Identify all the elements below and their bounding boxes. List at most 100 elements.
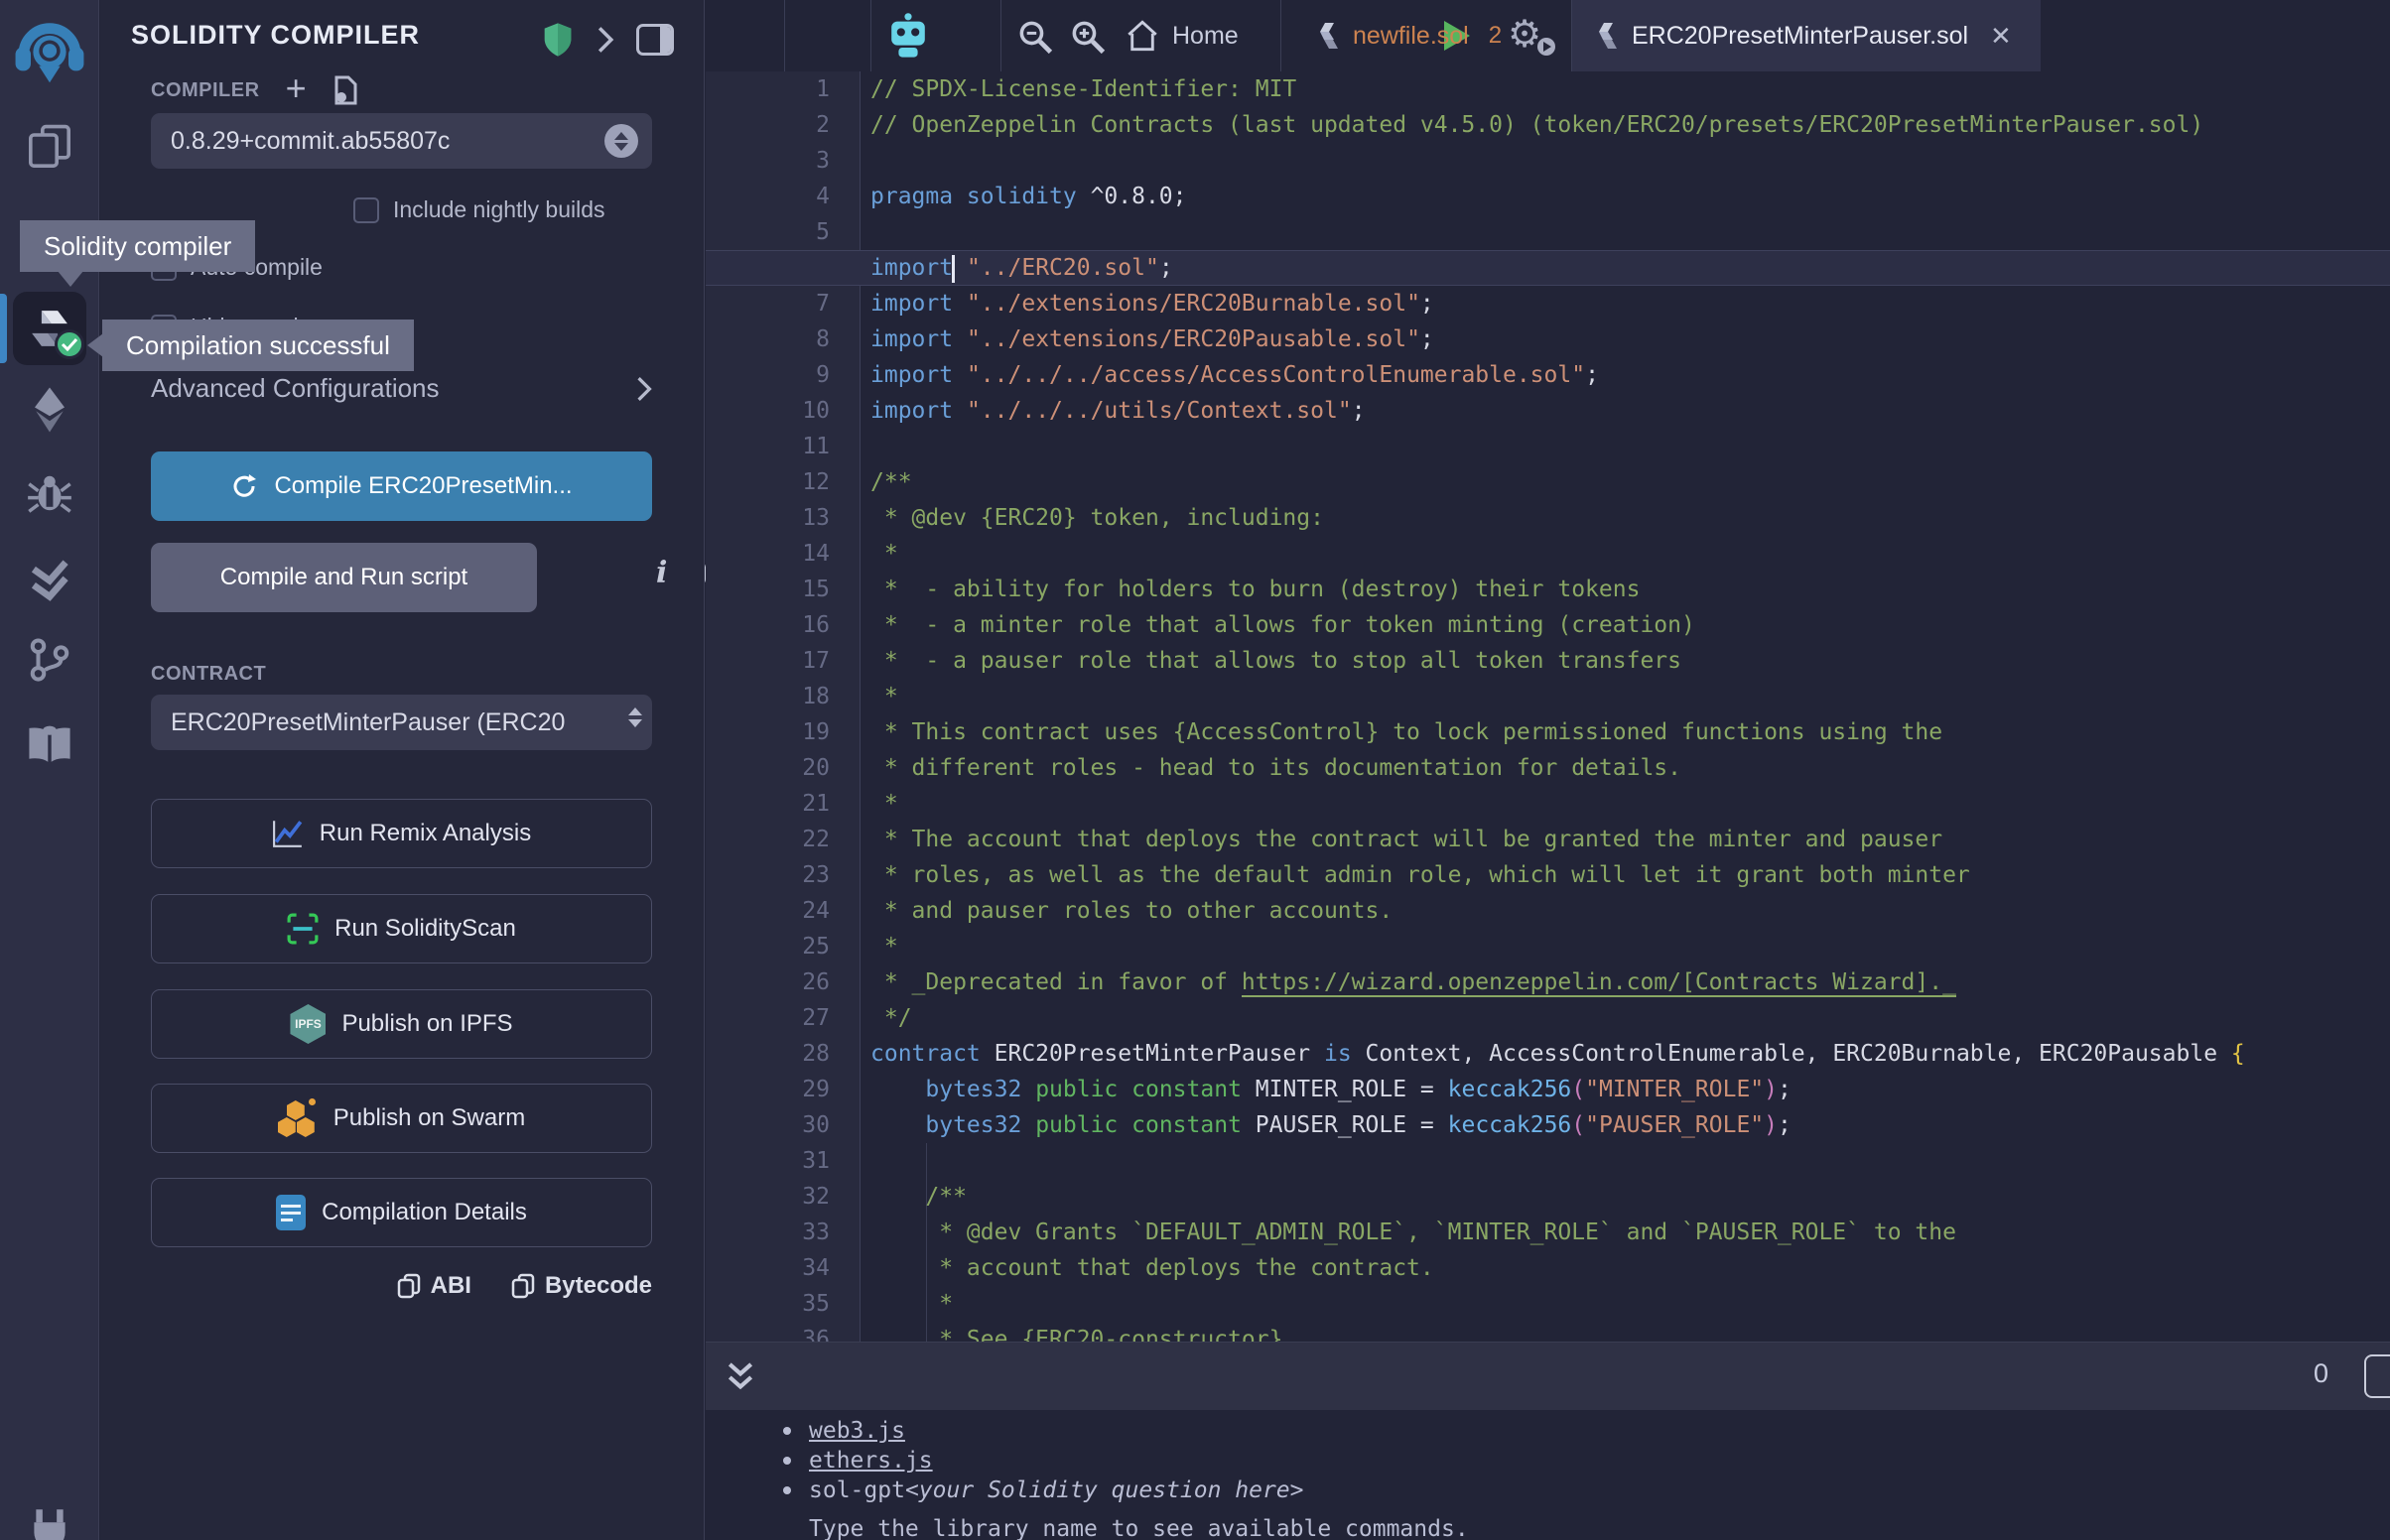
nightly-builds-checkbox[interactable] xyxy=(353,197,379,223)
split-panel-icon[interactable] xyxy=(636,24,674,56)
analysis-chart-icon xyxy=(272,819,304,848)
code-line: * - a pauser role that allows to stop al… xyxy=(870,643,2390,679)
compiler-version-select[interactable]: 0.8.29+commit.ab55807c xyxy=(151,113,652,169)
code-line: contract ERC20PresetMinterPauser is Cont… xyxy=(870,1036,2390,1072)
terminal-bar[interactable]: 0 xyxy=(706,1342,2390,1410)
abi-label: ABI xyxy=(431,1272,471,1300)
bullet-icon xyxy=(783,1457,791,1465)
learneth-icon[interactable] xyxy=(0,724,99,766)
publish-swarm-button[interactable]: Publish on Swarm xyxy=(151,1084,652,1153)
compilation-details-button[interactable]: Compilation Details xyxy=(151,1178,652,1247)
run-config-play-icon xyxy=(1537,38,1555,56)
file-explorer-icon[interactable] xyxy=(0,123,99,171)
code-line: bytes32 public constant PAUSER_ROLE = ke… xyxy=(870,1107,2390,1143)
active-plugin-indicator xyxy=(0,294,7,363)
code-line xyxy=(870,214,2390,250)
zoom-in-icon[interactable] xyxy=(1069,18,1107,56)
code-editor[interactable]: 1234567891011121314151617181920212223242… xyxy=(706,71,2390,1342)
advanced-configurations-label: Advanced Configurations xyxy=(151,373,440,404)
tab-home[interactable]: Home xyxy=(1127,0,1239,71)
code-line xyxy=(870,429,2390,464)
compile-and-run-button[interactable]: Compile and Run script xyxy=(151,543,537,612)
run-solidityscan-button[interactable]: Run SolidityScan xyxy=(151,894,652,963)
run-remix-analysis-label: Run Remix Analysis xyxy=(320,820,531,847)
code-line: /** xyxy=(870,464,2390,500)
terminal-footer-text: Type the library name to see available c… xyxy=(809,1516,1469,1540)
terminal-solgpt-line: sol-gpt <your Solidity question here> xyxy=(706,1476,2390,1505)
static-analysis-icon[interactable] xyxy=(0,558,99,601)
solidity-file-icon xyxy=(1319,22,1339,50)
ipfs-icon: IPFS xyxy=(290,1004,326,1044)
tab-home-label: Home xyxy=(1172,22,1239,51)
compile-button-label: Compile ERC20PresetMin... xyxy=(274,472,572,500)
compile-button[interactable]: Compile ERC20PresetMin... xyxy=(151,451,652,521)
bullet-icon xyxy=(783,1486,791,1494)
tab-erc20-label: ERC20PresetMinterPauser.sol xyxy=(1632,22,1968,51)
tab-newfile[interactable]: newfile.sol 2 xyxy=(1319,0,1502,71)
run-remix-analysis-button[interactable]: Run Remix Analysis xyxy=(151,799,652,868)
bullet-icon xyxy=(783,1427,791,1435)
code-line: * xyxy=(870,929,2390,964)
code-line: import "../../../utils/Context.sol"; xyxy=(870,393,2390,429)
panel-title: SOLIDITY COMPILER xyxy=(131,20,420,51)
advanced-configurations[interactable]: Advanced Configurations xyxy=(151,373,652,404)
publish-ipfs-button[interactable]: IPFS Publish on IPFS xyxy=(151,989,652,1059)
plugin-connect-icon[interactable] xyxy=(0,1504,99,1540)
code-line: import "../extensions/ERC20Burnable.sol"… xyxy=(870,286,2390,321)
ai-robot-icon[interactable] xyxy=(886,12,930,60)
compilation-success-badge xyxy=(55,329,84,359)
info-icon[interactable]: i xyxy=(656,556,667,590)
select-spinner-icon xyxy=(604,124,638,158)
code-line: * - ability for holders to burn (destroy… xyxy=(870,572,2390,607)
code-line: // SPDX-License-Identifier: MIT xyxy=(870,71,2390,107)
code-line: * xyxy=(870,536,2390,572)
code-line: * xyxy=(870,1286,2390,1322)
compiler-section-label: COMPILER xyxy=(151,79,260,102)
solidity-compiler-tooltip: Solidity compiler xyxy=(20,220,255,272)
code-line: pragma solidity ^0.8.0; xyxy=(870,179,2390,214)
code-lines: // SPDX-License-Identifier: MIT// OpenZe… xyxy=(870,71,2390,1342)
zoom-out-icon[interactable] xyxy=(1016,18,1054,56)
code-line xyxy=(870,143,2390,179)
terminal-library-link[interactable]: ethers.js xyxy=(809,1446,933,1476)
remix-logo[interactable] xyxy=(0,12,99,87)
code-line: bytes32 public constant MINTER_ROLE = ke… xyxy=(870,1072,2390,1107)
terminal-search-input[interactable] xyxy=(2364,1354,2390,1398)
shield-icon[interactable] xyxy=(542,22,574,58)
copy-bytecode-button[interactable]: Bytecode xyxy=(511,1272,652,1300)
deploy-run-icon[interactable] xyxy=(0,385,99,435)
git-icon[interactable] xyxy=(0,637,99,683)
solgpt-prefix: sol-gpt xyxy=(809,1476,905,1505)
terminal-library-link[interactable]: web3.js xyxy=(809,1416,905,1446)
run-config-icon[interactable]: ⚙ xyxy=(1508,12,1541,56)
add-compiler-icon[interactable]: + xyxy=(286,78,307,98)
expand-terminal-icon[interactable] xyxy=(724,1358,757,1396)
home-icon xyxy=(1127,20,1158,52)
code-line: * - a minter role that allows for token … xyxy=(870,607,2390,643)
code-line: // OpenZeppelin Contracts (last updated … xyxy=(870,107,2390,143)
close-tab-icon[interactable]: ✕ xyxy=(1990,21,2012,52)
terminal-listen-count: 0 xyxy=(2314,1358,2328,1389)
code-line: import "../ERC20.sol"; xyxy=(870,250,2390,286)
solidityscan-icon xyxy=(287,913,319,945)
publish-swarm-label: Publish on Swarm xyxy=(333,1104,525,1132)
contract-select[interactable]: ERC20PresetMinterPauser (ERC20 xyxy=(151,695,652,750)
chevron-right-icon xyxy=(636,376,652,402)
select-arrows-icon xyxy=(628,707,642,727)
terminal-output[interactable]: web3.jsethers.js sol-gpt <your Solidity … xyxy=(706,1410,2390,1540)
tab-bar: ⚙ xyxy=(706,0,2390,71)
compiler-version-value: 0.8.29+commit.ab55807c xyxy=(171,127,450,156)
chevron-right-icon[interactable] xyxy=(597,26,614,54)
compile-and-run-label: Compile and Run script xyxy=(220,564,467,591)
code-line: * xyxy=(870,679,2390,714)
code-line xyxy=(870,1143,2390,1179)
compiler-file-icon[interactable] xyxy=(332,75,358,105)
solgpt-hint: <your Solidity question here> xyxy=(905,1476,1304,1505)
nightly-builds-label: Include nightly builds xyxy=(393,196,605,223)
copy-abi-button[interactable]: ABI xyxy=(397,1272,471,1300)
tab-erc20-preset[interactable]: ERC20PresetMinterPauser.sol ✕ xyxy=(1572,0,2041,71)
code-line: * account that deploys the contract. xyxy=(870,1250,2390,1286)
publish-ipfs-label: Publish on IPFS xyxy=(341,1010,512,1038)
code-line: * _Deprecated in favor of https://wizard… xyxy=(870,964,2390,1000)
debugger-icon[interactable] xyxy=(0,470,99,516)
